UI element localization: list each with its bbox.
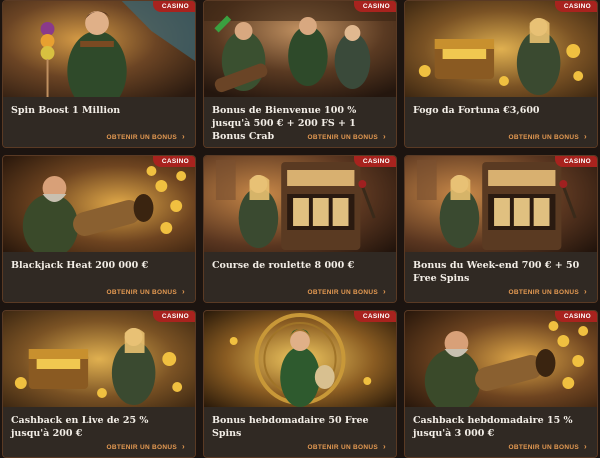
promo-info: Bonus du Week-end 700 € + 50 Free Spins … [405,252,597,302]
get-bonus-label: OBTENIR UN BONUS [307,134,379,141]
get-bonus-label: OBTENIR UN BONUS [106,289,178,296]
chevron-right-icon: › [584,132,587,141]
get-bonus-link[interactable]: OBTENIR UN BONUS › [107,287,186,296]
promo-card[interactable]: CASINO Course de roulette 8 000 € OBTENI… [203,155,397,303]
casino-badge: CASINO [554,1,597,12]
promo-title: Bonus du Week-end 700 € + 50 Free Spins [413,260,580,284]
get-bonus-label: OBTENIR UN BONUS [508,134,580,141]
promo-image-archer-vault[interactable]: CASINO [204,311,396,407]
chevron-right-icon: › [182,132,185,141]
get-bonus-link[interactable]: OBTENIR UN BONUS › [509,132,588,141]
chevron-right-icon: › [584,287,587,296]
get-bonus-label: OBTENIR UN BONUS [106,444,178,451]
get-bonus-link[interactable]: OBTENIR UN BONUS › [107,442,186,451]
get-bonus-label: OBTENIR UN BONUS [307,444,379,451]
promo-image-slot-machine-heroine[interactable]: CASINO [204,156,396,252]
casino-badge: CASINO [353,1,396,12]
get-bonus-label: OBTENIR UN BONUS [508,444,580,451]
promo-image-treasure-heroine[interactable]: CASINO [3,311,195,407]
casino-badge: CASINO [152,311,195,322]
promo-info: Bonus hebdomadaire 50 Free Spins OBTENIR… [204,407,396,457]
get-bonus-link[interactable]: OBTENIR UN BONUS › [509,442,588,451]
promo-card[interactable]: CASINO Bonus hebdomadaire 50 Free Spins … [203,310,397,458]
promo-info: Cashback en Live de 25 % jusqu'à 200 € O… [3,407,195,457]
promo-image-bearded-cannon[interactable]: CASINO [405,311,597,407]
casino-badge: CASINO [152,1,195,12]
chevron-right-icon: › [182,287,185,296]
promo-info: Cashback hebdomadaire 15 % jusqu'à 3 000… [405,407,597,457]
promo-card[interactable]: CASINO Cashback en Live de 25 % jusqu'à … [2,310,196,458]
casino-badge: CASINO [353,311,396,322]
promo-image-slot-machine-heroine[interactable]: CASINO [405,156,597,252]
promo-image-band-with-cannon[interactable]: CASINO [204,1,396,97]
promo-info: Blackjack Heat 200 000 € OBTENIR UN BONU… [3,252,195,302]
get-bonus-label: OBTENIR UN BONUS [307,289,379,296]
chevron-right-icon: › [584,442,587,451]
get-bonus-link[interactable]: OBTENIR UN BONUS › [308,442,387,451]
promo-card[interactable]: CASINO Bonus du Week-end 700 € + 50 Free… [404,155,598,303]
get-bonus-link[interactable]: OBTENIR UN BONUS › [308,287,387,296]
promo-card[interactable]: CASINO Cashback hebdomadaire 15 % jusqu'… [404,310,598,458]
promo-title: Bonus hebdomadaire 50 Free Spins [212,415,369,439]
promo-image-treasure-heroine[interactable]: CASINO [405,1,597,97]
chevron-right-icon: › [383,132,386,141]
get-bonus-link[interactable]: OBTENIR UN BONUS › [509,287,588,296]
promo-image-bearded-cannon[interactable]: CASINO [3,156,195,252]
promo-info: Bonus de Bienvenue 100 % jusqu'à 500 € +… [204,97,396,147]
promo-image-archer-hero[interactable]: CASINO [3,1,195,97]
promo-card[interactable]: CASINO Spin Boost 1 Million OBTENIR UN B… [2,0,196,148]
promo-title: Blackjack Heat 200 000 € [11,260,149,271]
casino-badge: CASINO [554,311,597,322]
chevron-right-icon: › [383,287,386,296]
chevron-right-icon: › [383,442,386,451]
casino-badge: CASINO [554,156,597,167]
promo-title: Fogo da Fortuna €3,600 [413,105,540,116]
get-bonus-label: OBTENIR UN BONUS [106,134,178,141]
chevron-right-icon: › [182,442,185,451]
casino-badge: CASINO [353,156,396,167]
casino-badge: CASINO [152,156,195,167]
promo-card[interactable]: CASINO Blackjack Heat 200 000 € OBTENIR … [2,155,196,303]
get-bonus-label: OBTENIR UN BONUS [508,289,580,296]
promo-card[interactable]: CASINO Bonus de Bienvenue 100 % jusqu'à … [203,0,397,148]
promotions-grid: CASINO Spin Boost 1 Million OBTENIR UN B… [0,0,600,458]
promo-info: Fogo da Fortuna €3,600 OBTENIR UN BONUS › [405,97,597,147]
promo-title: Cashback hebdomadaire 15 % jusqu'à 3 000… [413,415,573,439]
promo-info: Spin Boost 1 Million OBTENIR UN BONUS › [3,97,195,147]
promo-title: Spin Boost 1 Million [11,105,121,116]
get-bonus-link[interactable]: OBTENIR UN BONUS › [308,132,387,141]
promo-card[interactable]: CASINO Fogo da Fortuna €3,600 OBTENIR UN… [404,0,598,148]
promo-title: Cashback en Live de 25 % jusqu'à 200 € [11,415,149,439]
get-bonus-link[interactable]: OBTENIR UN BONUS › [107,132,186,141]
promo-title: Course de roulette 8 000 € [212,260,355,271]
promo-info: Course de roulette 8 000 € OBTENIR UN BO… [204,252,396,302]
